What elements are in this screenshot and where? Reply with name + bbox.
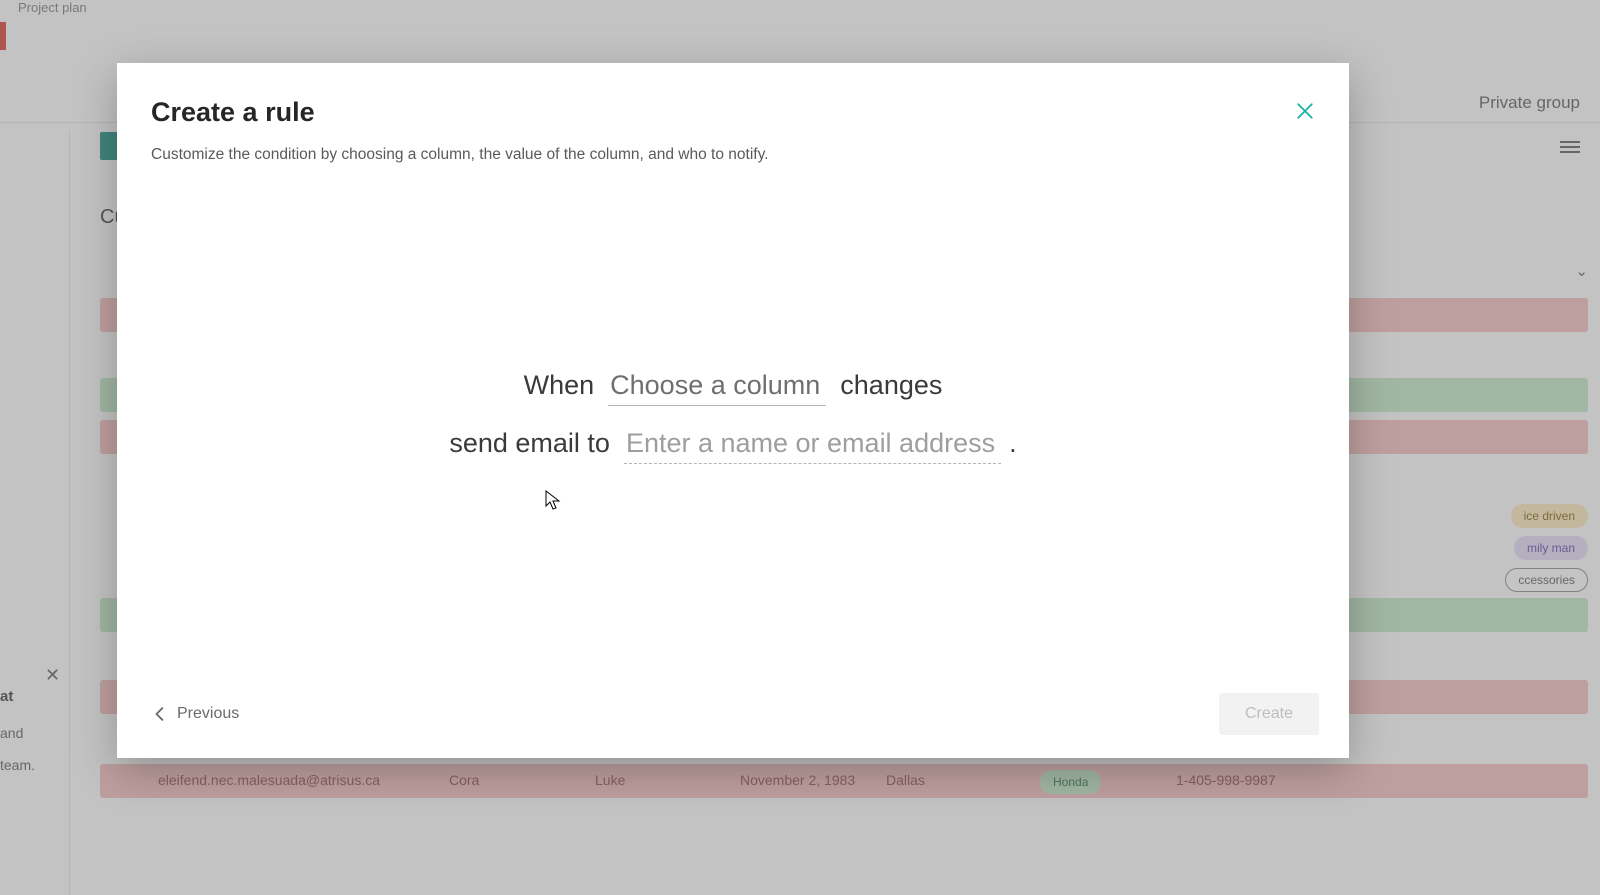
- column-picker[interactable]: Choose a column: [608, 370, 826, 406]
- previous-button[interactable]: Previous: [147, 697, 245, 731]
- create-button[interactable]: Create: [1219, 693, 1319, 735]
- close-icon: [1296, 102, 1314, 120]
- dialog-header: Create a rule Customize the condition by…: [117, 63, 1349, 164]
- previous-label: Previous: [177, 705, 239, 723]
- rule-line-1: When Choose a column changes: [524, 370, 943, 406]
- dialog-title: Create a rule: [151, 97, 1315, 128]
- rule-line-2: send email to Enter a name or email addr…: [449, 428, 1016, 464]
- dialog-footer: Previous Create: [117, 670, 1349, 758]
- dialog-body: When Choose a column changes send email …: [117, 164, 1349, 670]
- text-when: When: [524, 370, 595, 401]
- text-send-email: send email to: [449, 428, 610, 459]
- chevron-left-icon: [153, 707, 167, 721]
- text-changes: changes: [840, 370, 942, 401]
- close-button[interactable]: [1291, 97, 1319, 125]
- create-rule-dialog: Create a rule Customize the condition by…: [117, 63, 1349, 758]
- text-period: .: [1009, 428, 1017, 459]
- dialog-subtitle: Customize the condition by choosing a co…: [151, 146, 1315, 164]
- recipient-input[interactable]: Enter a name or email address: [624, 428, 1001, 464]
